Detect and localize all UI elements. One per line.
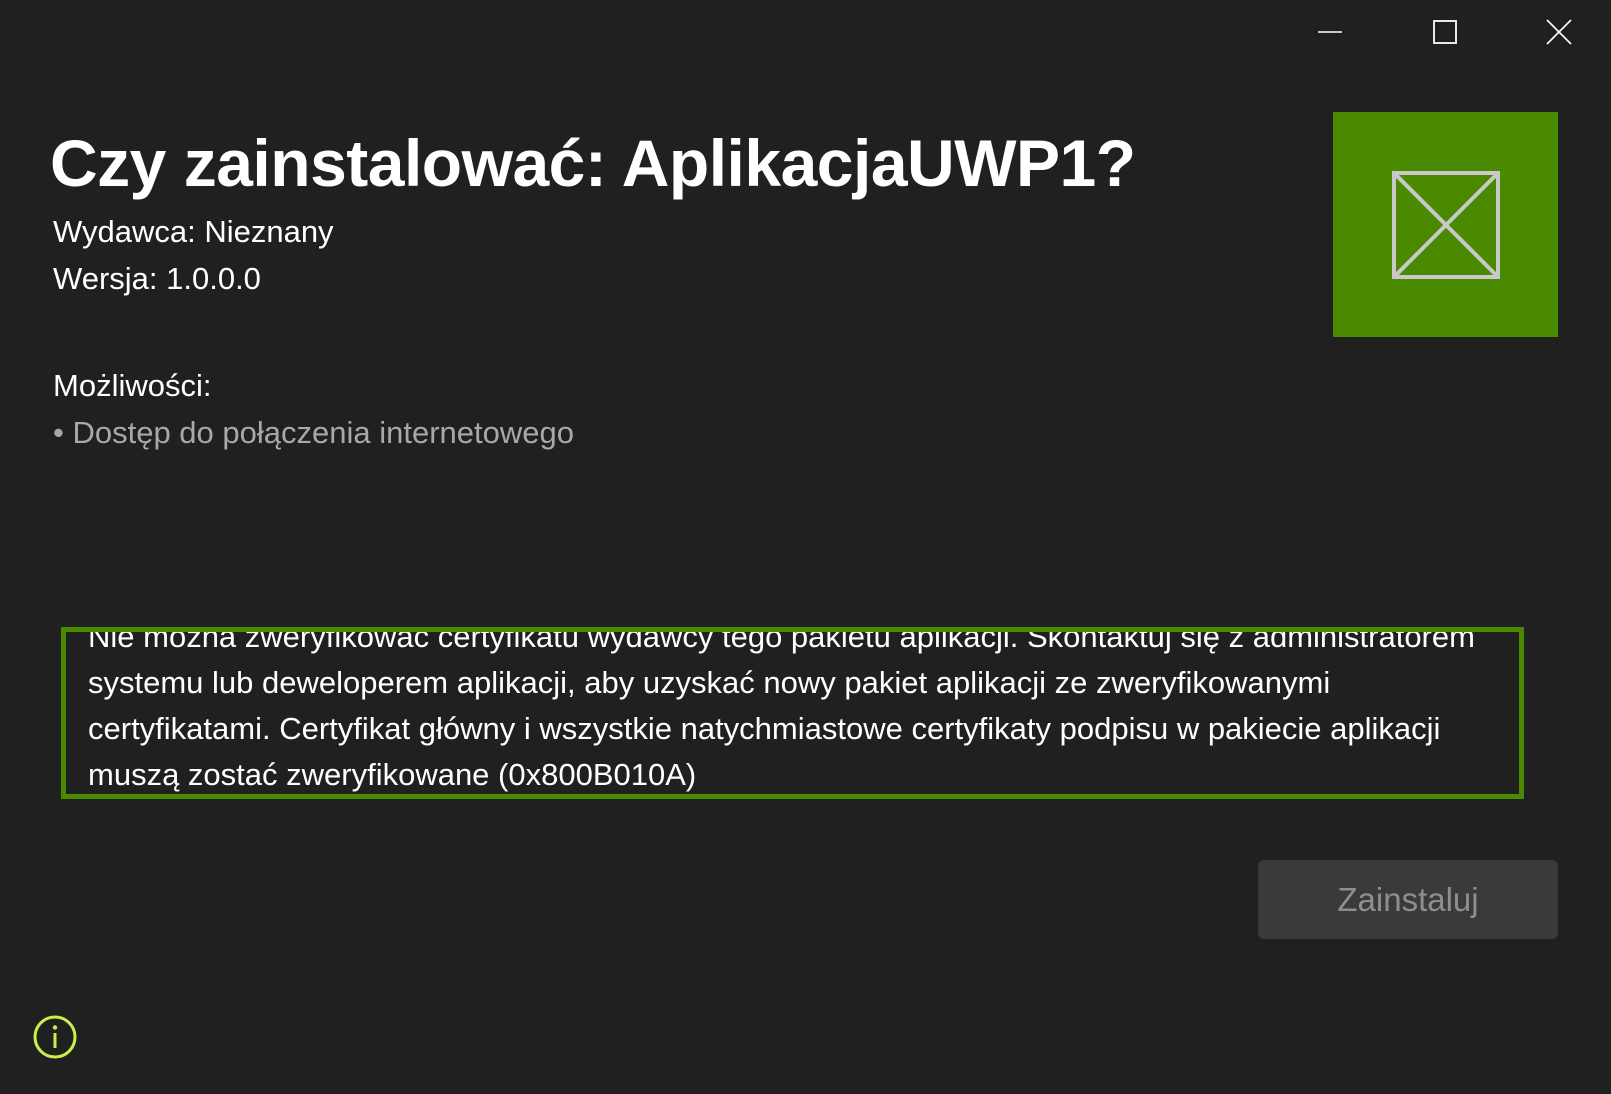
install-button[interactable]: Zainstaluj: [1258, 860, 1558, 939]
minimize-button[interactable]: [1298, 8, 1362, 56]
app-tile: [1333, 112, 1558, 337]
capability-item: • Dostęp do połączenia internetowego: [53, 415, 574, 450]
placeholder-app-icon: [1391, 170, 1500, 279]
publisher-label: Wydawca: Nieznany: [53, 214, 334, 249]
maximize-button[interactable]: [1413, 8, 1477, 56]
install-title: Czy zainstalować: AplikacjaUWP1?: [50, 126, 1136, 200]
close-icon: [1546, 19, 1572, 45]
minimize-icon: [1318, 31, 1342, 33]
info-icon[interactable]: [32, 1014, 78, 1060]
version-label: Wersja: 1.0.0.0: [53, 261, 261, 296]
app-installer-window: Czy zainstalować: AplikacjaUWP1? Wydawca…: [0, 0, 1611, 1094]
close-button[interactable]: [1527, 8, 1591, 56]
error-message-text: Nie można zweryfikować certyfikatu wydaw…: [88, 627, 1475, 792]
maximize-icon: [1433, 20, 1457, 44]
capabilities-heading: Możliwości:: [53, 368, 212, 403]
error-message-box[interactable]: Nie można zweryfikować certyfikatu wydaw…: [61, 627, 1524, 799]
